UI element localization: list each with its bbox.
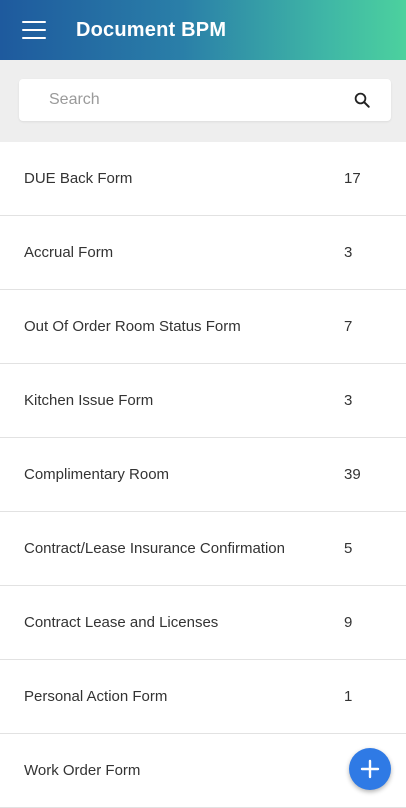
page-title: Document BPM bbox=[76, 18, 227, 41]
list-item-out-of-order-room-status-form[interactable]: Out Of Order Room Status Form 7 bbox=[0, 290, 406, 364]
list-item-count: 5 bbox=[344, 540, 353, 557]
list-item-count: 39 bbox=[344, 466, 361, 483]
list-item-count: 17 bbox=[344, 170, 361, 187]
search-area bbox=[0, 60, 406, 142]
search-icon[interactable] bbox=[353, 91, 371, 109]
plus-icon bbox=[360, 759, 380, 779]
list-item-label: Complimentary Room bbox=[24, 466, 170, 483]
list-item-count: 9 bbox=[344, 614, 353, 631]
list-item-label: Personal Action Form bbox=[24, 688, 168, 705]
menu-icon[interactable] bbox=[22, 21, 46, 39]
list-item-complimentary-room[interactable]: Complimentary Room 39 bbox=[0, 438, 406, 512]
list-item-accrual-form[interactable]: Accrual Form 3 bbox=[0, 216, 406, 290]
list-item-contract-lease-insurance-confirmation[interactable]: Contract/Lease Insurance Confirmation 5 bbox=[0, 512, 406, 586]
list-item-label: Contract/Lease Insurance Confirmation bbox=[24, 540, 285, 557]
list-item-count: 3 bbox=[344, 392, 353, 409]
list-item-contract-lease-and-licenses[interactable]: Contract Lease and Licenses 9 bbox=[0, 586, 406, 660]
search-input[interactable] bbox=[49, 79, 349, 121]
app-bar: Document BPM bbox=[0, 0, 406, 60]
list-item-count: 7 bbox=[344, 318, 353, 335]
list-item-count: 3 bbox=[344, 244, 353, 261]
search-box bbox=[19, 79, 391, 121]
list-item-label: DUE Back Form bbox=[24, 170, 133, 187]
add-button[interactable] bbox=[349, 748, 391, 790]
list-item-work-order-form[interactable]: Work Order Form bbox=[0, 734, 406, 808]
list-item-count: 1 bbox=[344, 688, 353, 705]
list-item-kitchen-issue-form[interactable]: Kitchen Issue Form 3 bbox=[0, 364, 406, 438]
form-list: DUE Back Form 17 Accrual Form 3 Out Of O… bbox=[0, 142, 406, 808]
list-item-due-back-form[interactable]: DUE Back Form 17 bbox=[0, 142, 406, 216]
list-item-personal-action-form[interactable]: Personal Action Form 1 bbox=[0, 660, 406, 734]
list-item-label: Contract Lease and Licenses bbox=[24, 614, 219, 631]
list-item-label: Accrual Form bbox=[24, 244, 114, 261]
list-item-label: Kitchen Issue Form bbox=[24, 392, 154, 409]
list-item-label: Out Of Order Room Status Form bbox=[24, 318, 241, 335]
list-item-label: Work Order Form bbox=[24, 762, 141, 779]
